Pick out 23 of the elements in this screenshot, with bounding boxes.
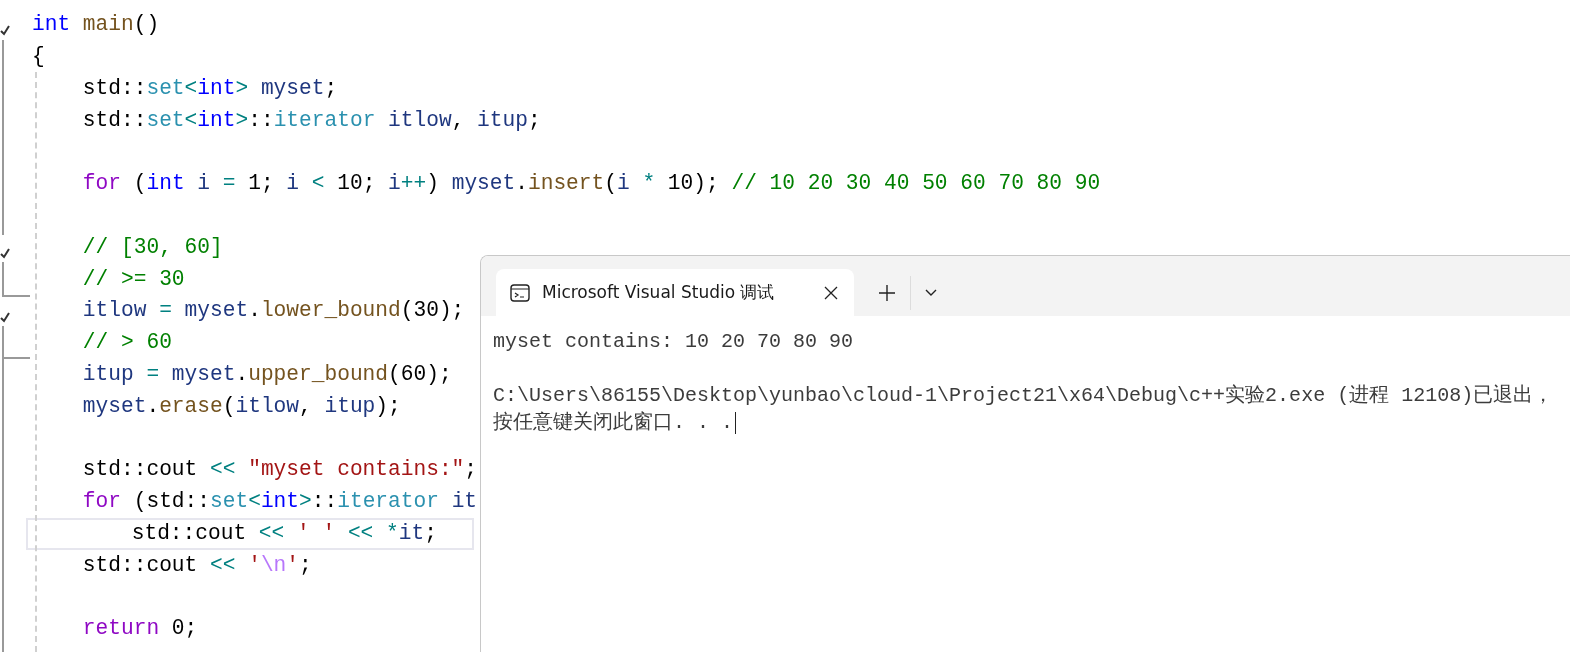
code-line: { xyxy=(32,46,45,68)
console-output-line: C:\Users\86155\Desktop\yunbao\cloud-1\Project21\x64\Debug\c++实验2.exe (进程 12108)已退出， xyxy=(493,384,1554,407)
code-line: itup = myset.upper_bound(60); xyxy=(81,364,452,386)
code-line: for (int i = 1; i < 10; i++) myset.insert(i * 10); // 10 20 30 40 50 60 70 80 90 xyxy=(81,173,1101,195)
text-cursor xyxy=(735,411,736,434)
code-line: int main() xyxy=(32,14,160,36)
code-line: for (std::set<int>::iterator it xyxy=(81,491,478,513)
code-line: std::cout << "myset contains:"; xyxy=(81,459,478,481)
code-line: std::cout << '\n'; xyxy=(81,554,312,577)
tab-title: Microsoft Visual Studio 调试 xyxy=(542,281,776,304)
console-output-line: 按任意键关闭此窗口. . . xyxy=(493,411,733,434)
code-line: // [30, 60] xyxy=(81,236,223,259)
console-output-line: myset contains: 10 20 70 80 90 xyxy=(493,330,854,353)
code-line: std::set<int>::iterator itlow, itup; xyxy=(81,109,541,131)
code-line: // >= 30 xyxy=(81,268,185,290)
code-line: std::cout << ' ' << *it; xyxy=(130,523,437,545)
console-icon xyxy=(510,283,530,302)
code-line: return 0; xyxy=(81,618,198,640)
code-line: // > 60 xyxy=(81,332,172,354)
code-line: myset.erase(itlow, itup); xyxy=(81,395,401,418)
code-line: std::set<int> myset; xyxy=(81,77,338,100)
console-tab[interactable]: Microsoft Visual Studio 调试 xyxy=(496,269,854,316)
code-line: itlow = myset.lower_bound(30); xyxy=(81,300,465,322)
